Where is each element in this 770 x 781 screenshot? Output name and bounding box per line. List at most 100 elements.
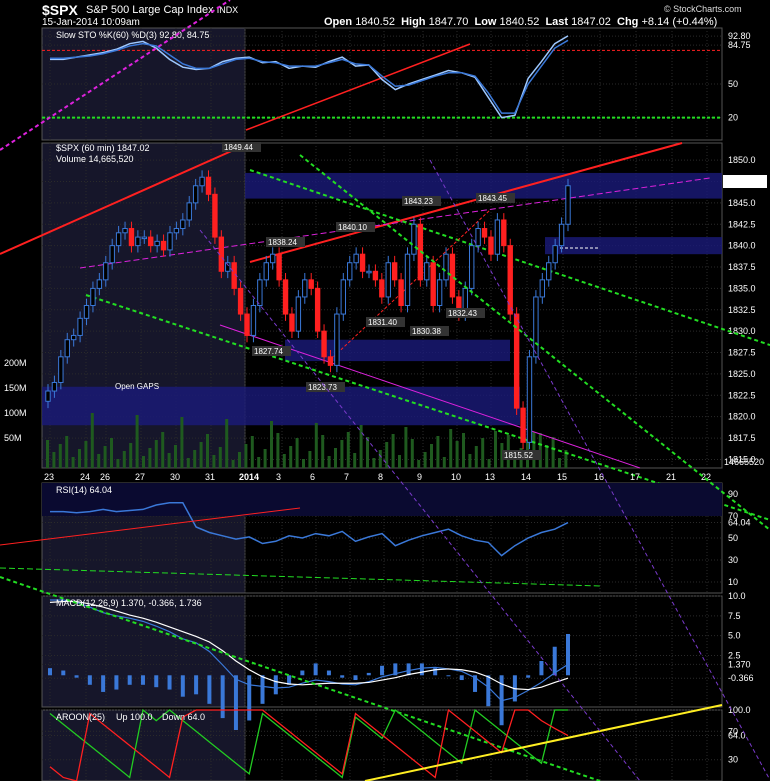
y-tick-label: 10.0 bbox=[728, 591, 746, 601]
volume-bar bbox=[90, 413, 94, 468]
candle-body bbox=[276, 253, 282, 281]
candle-body bbox=[379, 279, 385, 298]
y-tick-label: 1840.0 bbox=[728, 241, 756, 251]
candle-body bbox=[513, 313, 520, 409]
candle-body bbox=[115, 232, 122, 247]
volume-bar bbox=[174, 445, 177, 468]
candle-body bbox=[186, 202, 192, 221]
volume-bar bbox=[455, 441, 459, 468]
volume-bar bbox=[423, 452, 427, 468]
candle-body bbox=[257, 279, 263, 306]
candle-body bbox=[83, 305, 90, 319]
y-tick-label: 64.0 bbox=[728, 731, 746, 741]
x-tick-label: 13 bbox=[485, 472, 495, 482]
macd-histogram-bar bbox=[552, 646, 557, 676]
candle-body bbox=[347, 262, 353, 281]
macd-histogram-bar bbox=[140, 675, 145, 685]
volume-bar bbox=[404, 427, 408, 468]
volume-bar bbox=[122, 451, 126, 468]
candle-body bbox=[103, 262, 109, 281]
candle-body bbox=[135, 236, 141, 247]
price-annotation: 1843.45 bbox=[478, 194, 507, 203]
x-tick-label: 31 bbox=[205, 472, 215, 482]
volume-bar bbox=[238, 452, 241, 468]
candle-body bbox=[199, 176, 205, 187]
macd-histogram-bar bbox=[539, 661, 544, 676]
y-tick-label: 84.75 bbox=[728, 40, 751, 50]
y-tick-label: 1850.0 bbox=[728, 155, 756, 165]
macd-histogram-bar bbox=[459, 675, 464, 681]
x-tick-label: 26 bbox=[100, 472, 110, 482]
volume-bar bbox=[206, 434, 209, 468]
candle-body bbox=[372, 270, 379, 281]
chart-canvas: 92.8084.7550201850.01847.51845.01842.518… bbox=[0, 0, 770, 781]
candle-body bbox=[443, 253, 449, 281]
macd-histogram-bar bbox=[48, 668, 52, 676]
volume-bar bbox=[295, 438, 299, 468]
macd-histogram-bar bbox=[180, 675, 185, 697]
candle-body bbox=[244, 313, 250, 336]
candle-body bbox=[391, 262, 398, 281]
volume-bar bbox=[212, 455, 216, 468]
gap-band bbox=[42, 386, 520, 426]
price-annotation: 1838.24 bbox=[268, 238, 297, 247]
y-tick-label: 1827.5 bbox=[728, 348, 756, 358]
last-price-label: 1847.02 bbox=[727, 177, 760, 187]
x-tick-label: 27 bbox=[135, 472, 145, 482]
macd-histogram-bar bbox=[87, 675, 92, 685]
aroon-up-legend: Up 100.0 bbox=[116, 712, 153, 722]
y-tick-label: 1837.5 bbox=[728, 262, 756, 272]
x-tick-label: 22 bbox=[701, 472, 711, 482]
candle-body bbox=[173, 228, 180, 234]
volume-tick-label: 100M bbox=[4, 408, 27, 418]
macd-histogram-bar bbox=[61, 670, 66, 676]
volume-tick-label: 50M bbox=[4, 433, 22, 443]
volume-bar bbox=[308, 451, 312, 468]
candle-body bbox=[180, 219, 186, 230]
candle-body bbox=[565, 185, 571, 225]
candle-body bbox=[250, 305, 257, 336]
x-tick-label: 16 bbox=[594, 472, 604, 482]
y-tick-label: 5.0 bbox=[728, 631, 741, 641]
volume-bar bbox=[545, 445, 549, 468]
volume-bar bbox=[52, 452, 56, 468]
rsi-title: RSI(14) 64.04 bbox=[56, 485, 112, 495]
y-tick-label: 64.04 bbox=[728, 518, 751, 528]
volume-bar bbox=[340, 440, 344, 468]
macd-histogram-bar bbox=[526, 675, 531, 678]
gap-band-label: Open GAPS bbox=[115, 382, 159, 391]
candle-body bbox=[45, 390, 51, 402]
candle-body bbox=[340, 279, 347, 315]
y-tick-label: 1817.5 bbox=[728, 433, 756, 443]
y-tick-label: 10 bbox=[728, 577, 738, 587]
candle-body bbox=[488, 236, 494, 255]
candle-body bbox=[481, 228, 488, 238]
macd-histogram-bar bbox=[101, 675, 106, 692]
volume-bar bbox=[180, 417, 184, 468]
y-tick-label: 30 bbox=[728, 555, 738, 565]
aroon-down-legend: Down 64.0 bbox=[162, 712, 205, 722]
x-tick-label: 15 bbox=[557, 472, 567, 482]
candle-body bbox=[205, 176, 212, 195]
panel-shade bbox=[42, 596, 245, 707]
candle-body bbox=[334, 313, 340, 366]
volume-bar bbox=[46, 440, 49, 468]
candle-body bbox=[167, 232, 173, 251]
volume-bar bbox=[462, 433, 465, 468]
volume-bar bbox=[225, 419, 229, 468]
y-tick-label: 1832.5 bbox=[728, 305, 756, 315]
volume-bar bbox=[135, 415, 139, 468]
x-tick-label: 24 bbox=[80, 472, 90, 482]
y-tick-label: 1820.0 bbox=[728, 412, 756, 422]
y-tick-label: 7.5 bbox=[728, 611, 741, 621]
volume-bar bbox=[270, 421, 273, 468]
volume-bar bbox=[65, 436, 69, 468]
volume-bar bbox=[487, 459, 491, 468]
candle-body bbox=[96, 279, 103, 289]
price-annotation: 1831.40 bbox=[368, 318, 397, 327]
y-tick-label: 1842.5 bbox=[728, 219, 756, 229]
volume-bar bbox=[430, 444, 433, 468]
candle-body bbox=[398, 279, 404, 306]
volume-bar bbox=[148, 448, 152, 468]
volume-bar bbox=[398, 455, 401, 468]
